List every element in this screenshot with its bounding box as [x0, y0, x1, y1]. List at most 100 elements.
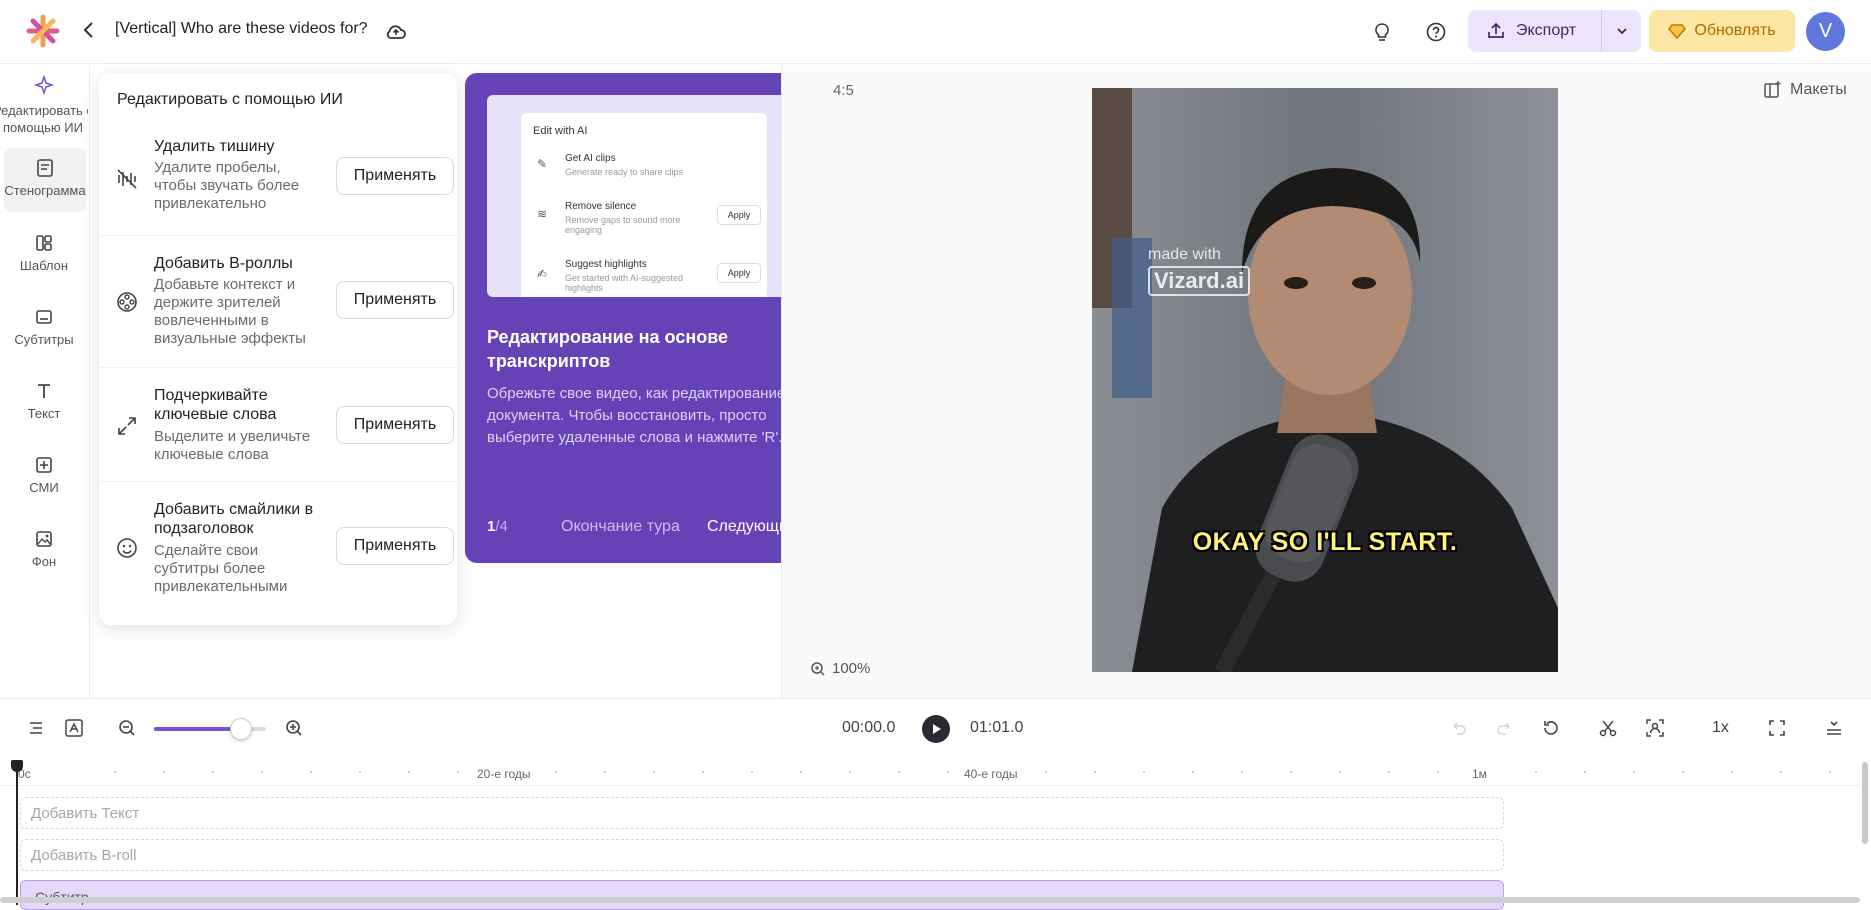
ruler-tick: [212, 771, 214, 773]
sidebar-item-label: Фон: [31, 554, 57, 569]
sidebar-item-template[interactable]: Шаблон: [0, 233, 88, 273]
tour-preview-row-title: Remove silence: [565, 201, 637, 212]
video-image: [1092, 88, 1558, 672]
upgrade-button[interactable]: Обновлять: [1649, 10, 1795, 52]
export-dropdown-button[interactable]: [1601, 10, 1641, 52]
sidebar-item-label: Шаблон: [19, 258, 69, 273]
media-icon: [36, 457, 52, 473]
remove-silence-icon: [115, 167, 141, 193]
zoom-in-icon[interactable]: [282, 716, 306, 740]
zoom-level-control[interactable]: 100%: [810, 660, 870, 677]
playhead-handle[interactable]: [11, 760, 23, 772]
apply-button[interactable]: Применять: [336, 527, 454, 565]
broll-icon: [115, 290, 141, 316]
timeline-zoom-slider-handle[interactable]: [230, 718, 252, 740]
ruler-tick: [947, 771, 949, 773]
playback-speed[interactable]: 1x: [1712, 719, 1729, 737]
sidebar-item-transcript[interactable]: Стенограмма: [4, 148, 86, 212]
tour-preview-row-sub: Generate ready to share clips: [565, 167, 684, 177]
tour-preview-row-sub: Remove gaps to sound more engaging: [565, 215, 681, 235]
apply-button[interactable]: Применять: [336, 157, 454, 195]
ai-option-add-broll: Добавить B-роллы Добавьте контекст и дер…: [99, 235, 457, 367]
apply-button[interactable]: Применять: [336, 406, 454, 444]
ai-clips-icon: ✎: [537, 157, 548, 171]
export-icon: [1488, 22, 1504, 38]
undo-icon[interactable]: [1446, 716, 1470, 740]
ruler-tick: [1143, 771, 1145, 773]
zoom-out-icon[interactable]: [115, 716, 139, 740]
ai-option-desc: Удалите пробелы, чтобы звучать более при…: [154, 159, 300, 212]
scissors-icon[interactable]: [1596, 716, 1620, 740]
ruler-tick: [1584, 771, 1586, 773]
sidebar-item-background[interactable]: Фон: [0, 529, 88, 569]
subtitles-icon: [36, 310, 52, 324]
end-tour-button[interactable]: Окончание тура: [561, 518, 680, 536]
apply-button[interactable]: Применять: [336, 281, 454, 319]
export-label: Экспорт: [1516, 22, 1577, 39]
sidebar-item-text[interactable]: Текст: [0, 381, 88, 421]
broll-track[interactable]: Добавить B-roll: [20, 839, 1504, 871]
help-icon[interactable]: [1422, 18, 1450, 46]
ai-option-add-emojis: Добавить смайлики в подзаголовок Сделайт…: [99, 481, 457, 613]
ruler-tick: [1535, 771, 1537, 773]
ruler-tick: [898, 771, 900, 773]
tour-preview-row-sub: Get started with AI-suggested highlights: [565, 273, 684, 293]
tour-step-total: /4: [495, 518, 508, 535]
background-icon: [36, 531, 52, 547]
sidebar-item-label: Субтитры: [14, 332, 74, 347]
ruler-tick: [800, 771, 802, 773]
lightbulb-icon[interactable]: [1368, 18, 1396, 46]
tour-preview-apply: Apply: [717, 263, 761, 283]
ruler-tick: [1339, 771, 1341, 773]
aspect-ratio-selector[interactable]: 4:5: [833, 82, 854, 99]
zoom-level: 100%: [832, 660, 871, 677]
collapse-timeline-icon[interactable]: [1822, 716, 1846, 740]
text-track[interactable]: Добавить Текст: [20, 797, 1504, 829]
tour-preview-row-title: Suggest highlights: [565, 259, 647, 270]
sidebar-item-ai-edit[interactable]: Редактировать с помощью ИИ: [0, 75, 88, 147]
project-title[interactable]: [Vertical] Who are these videos for?: [115, 20, 368, 38]
layouts-button[interactable]: Макеты: [1762, 80, 1847, 100]
video-caption[interactable]: OKAY SO I'LL START.: [1092, 528, 1558, 557]
ai-option-remove-silence: Удалить тишину Удалите пробелы, чтобы зв…: [99, 119, 457, 235]
ruler-tick: [310, 771, 312, 773]
ruler-tick: [408, 771, 410, 773]
sidebar-item-label: Стенограмма: [4, 183, 86, 198]
ruler-tick: [604, 771, 606, 773]
tour-step-counter: 1/4: [487, 518, 508, 535]
ruler-tick: [751, 771, 753, 773]
zoom-in-icon: [811, 661, 825, 676]
redo-icon[interactable]: [1493, 716, 1517, 740]
ruler-tick: [1045, 771, 1047, 773]
back-arrow-icon[interactable]: [82, 20, 102, 44]
reset-icon[interactable]: [1539, 716, 1563, 740]
ruler-tick: [1829, 771, 1831, 773]
playhead[interactable]: [16, 762, 18, 905]
timeline-vertical-scrollbar[interactable]: [1862, 762, 1868, 844]
video-frame[interactable]: made with Vizard.ai OKAY SO I'LL START.: [1092, 88, 1558, 672]
face-tracking-icon[interactable]: [1643, 716, 1667, 740]
template-icon: [36, 235, 52, 251]
sidebar-item-media[interactable]: СМИ: [0, 455, 88, 495]
tour-preview-panel: Edit with AI ✎ Get AI clips Generate rea…: [521, 113, 767, 297]
ai-option-name: Добавить смайлики в подзаголовок: [154, 501, 314, 537]
sidebar-item-subtitles[interactable]: Субтитры: [0, 307, 88, 347]
ruler-tick: [1290, 771, 1292, 773]
ruler-label: 20-е годы: [477, 767, 531, 781]
layouts-icon: [1764, 81, 1781, 98]
timeline-horizontal-scrollbar[interactable]: [0, 897, 1860, 903]
ruler-label: 1м: [1472, 767, 1487, 781]
auto-caption-icon[interactable]: [62, 716, 86, 740]
ai-option-desc: Добавьте контекст и держите зрителей вов…: [154, 276, 306, 347]
track-settings-icon[interactable]: [24, 716, 48, 740]
timeline-ruler[interactable]: [0, 762, 1860, 786]
cloud-save-icon[interactable]: [384, 20, 408, 44]
subtitle-track[interactable]: Субтитр: [20, 880, 1504, 910]
avatar[interactable]: V: [1806, 12, 1845, 51]
ruler-tick: [1731, 771, 1733, 773]
timeline-zoom-slider-fill: [154, 727, 241, 731]
app-logo-icon[interactable]: [26, 14, 60, 48]
fullscreen-icon[interactable]: [1765, 716, 1789, 740]
play-button[interactable]: [922, 715, 950, 743]
sidebar-item-label: СМИ: [29, 480, 59, 495]
